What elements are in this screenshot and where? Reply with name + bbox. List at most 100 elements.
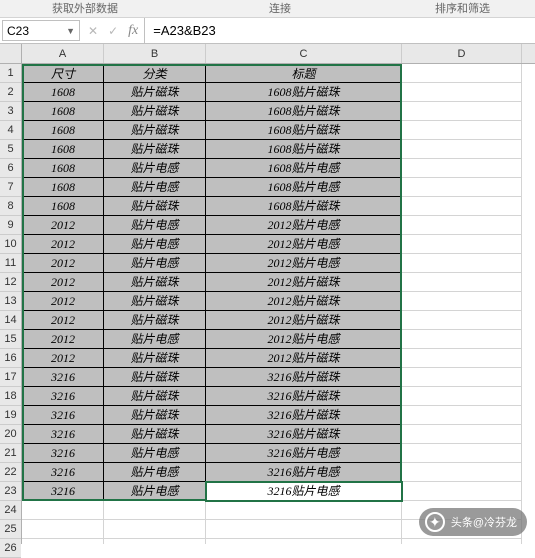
empty-cell[interactable] <box>402 197 522 216</box>
empty-cell[interactable] <box>402 178 522 197</box>
data-cell[interactable]: 贴片电感 <box>104 254 206 273</box>
row-header[interactable]: 12 <box>0 273 21 292</box>
empty-cell[interactable] <box>402 102 522 121</box>
header-cell[interactable]: 分类 <box>104 64 206 83</box>
cancel-icon[interactable]: ✕ <box>88 24 98 38</box>
data-cell[interactable]: 贴片磁珠 <box>104 368 206 387</box>
header-cell[interactable]: 标题 <box>206 64 402 83</box>
data-cell[interactable]: 1608贴片电感 <box>206 178 402 197</box>
row-header[interactable]: 17 <box>0 368 21 387</box>
accept-icon[interactable]: ✓ <box>108 24 118 38</box>
row-header[interactable]: 5 <box>0 140 21 159</box>
data-cell[interactable]: 贴片电感 <box>104 159 206 178</box>
empty-cell[interactable] <box>402 64 522 83</box>
row-header[interactable]: 23 <box>0 482 21 501</box>
data-cell[interactable]: 3216贴片磁珠 <box>206 387 402 406</box>
header-cell[interactable]: 尺寸 <box>22 64 104 83</box>
data-cell[interactable]: 1608 <box>22 121 104 140</box>
data-cell[interactable]: 贴片电感 <box>104 235 206 254</box>
row-header[interactable]: 2 <box>0 83 21 102</box>
name-box-dropdown-icon[interactable]: ▼ <box>66 26 75 36</box>
data-cell[interactable]: 2012贴片电感 <box>206 235 402 254</box>
empty-cell[interactable] <box>402 216 522 235</box>
data-cell[interactable]: 2012 <box>22 292 104 311</box>
name-box[interactable]: C23 ▼ <box>2 20 80 41</box>
empty-cell[interactable] <box>104 539 206 544</box>
row-header[interactable]: 24 <box>0 501 21 520</box>
col-header-b[interactable]: B <box>104 44 206 63</box>
col-header-a[interactable]: A <box>22 44 104 63</box>
data-cell[interactable]: 1608贴片磁珠 <box>206 140 402 159</box>
fx-icon[interactable]: fx <box>128 23 138 39</box>
row-header[interactable]: 13 <box>0 292 21 311</box>
data-cell[interactable]: 2012贴片磁珠 <box>206 349 402 368</box>
data-cell[interactable]: 3216 <box>22 387 104 406</box>
data-cell[interactable]: 3216 <box>22 463 104 482</box>
data-cell[interactable]: 2012 <box>22 254 104 273</box>
data-cell[interactable]: 贴片磁珠 <box>104 292 206 311</box>
data-cell[interactable]: 1608 <box>22 197 104 216</box>
data-cell[interactable]: 1608贴片磁珠 <box>206 197 402 216</box>
data-cell[interactable]: 1608 <box>22 159 104 178</box>
select-all-corner[interactable] <box>0 44 21 64</box>
empty-cell[interactable] <box>402 254 522 273</box>
data-cell[interactable]: 2012贴片磁珠 <box>206 292 402 311</box>
empty-cell[interactable] <box>402 368 522 387</box>
empty-cell[interactable] <box>402 273 522 292</box>
empty-cell[interactable] <box>22 501 104 520</box>
empty-cell[interactable] <box>402 463 522 482</box>
row-header[interactable]: 8 <box>0 197 21 216</box>
data-cell[interactable]: 贴片磁珠 <box>104 140 206 159</box>
data-cell[interactable]: 3216 <box>22 425 104 444</box>
data-cell[interactable]: 2012 <box>22 273 104 292</box>
empty-cell[interactable] <box>402 121 522 140</box>
empty-cell[interactable] <box>402 235 522 254</box>
empty-cell[interactable] <box>206 539 402 544</box>
data-cell[interactable]: 2012 <box>22 330 104 349</box>
data-cell[interactable]: 1608贴片电感 <box>206 159 402 178</box>
empty-cell[interactable] <box>22 520 104 539</box>
empty-cell[interactable] <box>402 292 522 311</box>
data-cell[interactable]: 贴片磁珠 <box>104 406 206 425</box>
data-cell[interactable]: 3216贴片磁珠 <box>206 406 402 425</box>
data-cell[interactable]: 2012 <box>22 349 104 368</box>
empty-cell[interactable] <box>402 83 522 102</box>
data-cell[interactable]: 3216贴片电感 <box>206 444 402 463</box>
active-cell[interactable]: 3216贴片电感 <box>206 482 402 501</box>
row-header[interactable]: 21 <box>0 444 21 463</box>
data-cell[interactable]: 1608贴片磁珠 <box>206 121 402 140</box>
data-cell[interactable]: 贴片电感 <box>104 463 206 482</box>
data-cell[interactable]: 3216 <box>22 406 104 425</box>
data-cell[interactable]: 3216 <box>22 368 104 387</box>
data-cell[interactable]: 2012贴片电感 <box>206 254 402 273</box>
data-cell[interactable]: 2012 <box>22 216 104 235</box>
empty-cell[interactable] <box>402 330 522 349</box>
row-header[interactable]: 4 <box>0 121 21 140</box>
row-header[interactable]: 15 <box>0 330 21 349</box>
empty-cell[interactable] <box>402 482 522 501</box>
row-header[interactable]: 26 <box>0 539 21 558</box>
data-cell[interactable]: 贴片磁珠 <box>104 83 206 102</box>
data-cell[interactable]: 贴片磁珠 <box>104 349 206 368</box>
data-cell[interactable]: 贴片磁珠 <box>104 102 206 121</box>
empty-cell[interactable] <box>402 444 522 463</box>
data-cell[interactable]: 2012 <box>22 235 104 254</box>
row-header[interactable]: 16 <box>0 349 21 368</box>
row-header[interactable]: 18 <box>0 387 21 406</box>
data-cell[interactable]: 2012贴片磁珠 <box>206 311 402 330</box>
data-cell[interactable]: 贴片磁珠 <box>104 121 206 140</box>
data-cell[interactable]: 贴片电感 <box>104 482 206 501</box>
data-cell[interactable]: 贴片电感 <box>104 216 206 235</box>
row-header[interactable]: 19 <box>0 406 21 425</box>
row-header[interactable]: 6 <box>0 159 21 178</box>
row-header[interactable]: 9 <box>0 216 21 235</box>
data-cell[interactable]: 2012贴片磁珠 <box>206 273 402 292</box>
data-cell[interactable]: 3216贴片电感 <box>206 463 402 482</box>
row-header[interactable]: 25 <box>0 520 21 539</box>
empty-cell[interactable] <box>402 311 522 330</box>
data-cell[interactable]: 贴片电感 <box>104 444 206 463</box>
row-header[interactable]: 22 <box>0 463 21 482</box>
empty-cell[interactable] <box>402 406 522 425</box>
data-cell[interactable]: 2012 <box>22 311 104 330</box>
empty-cell[interactable] <box>402 349 522 368</box>
